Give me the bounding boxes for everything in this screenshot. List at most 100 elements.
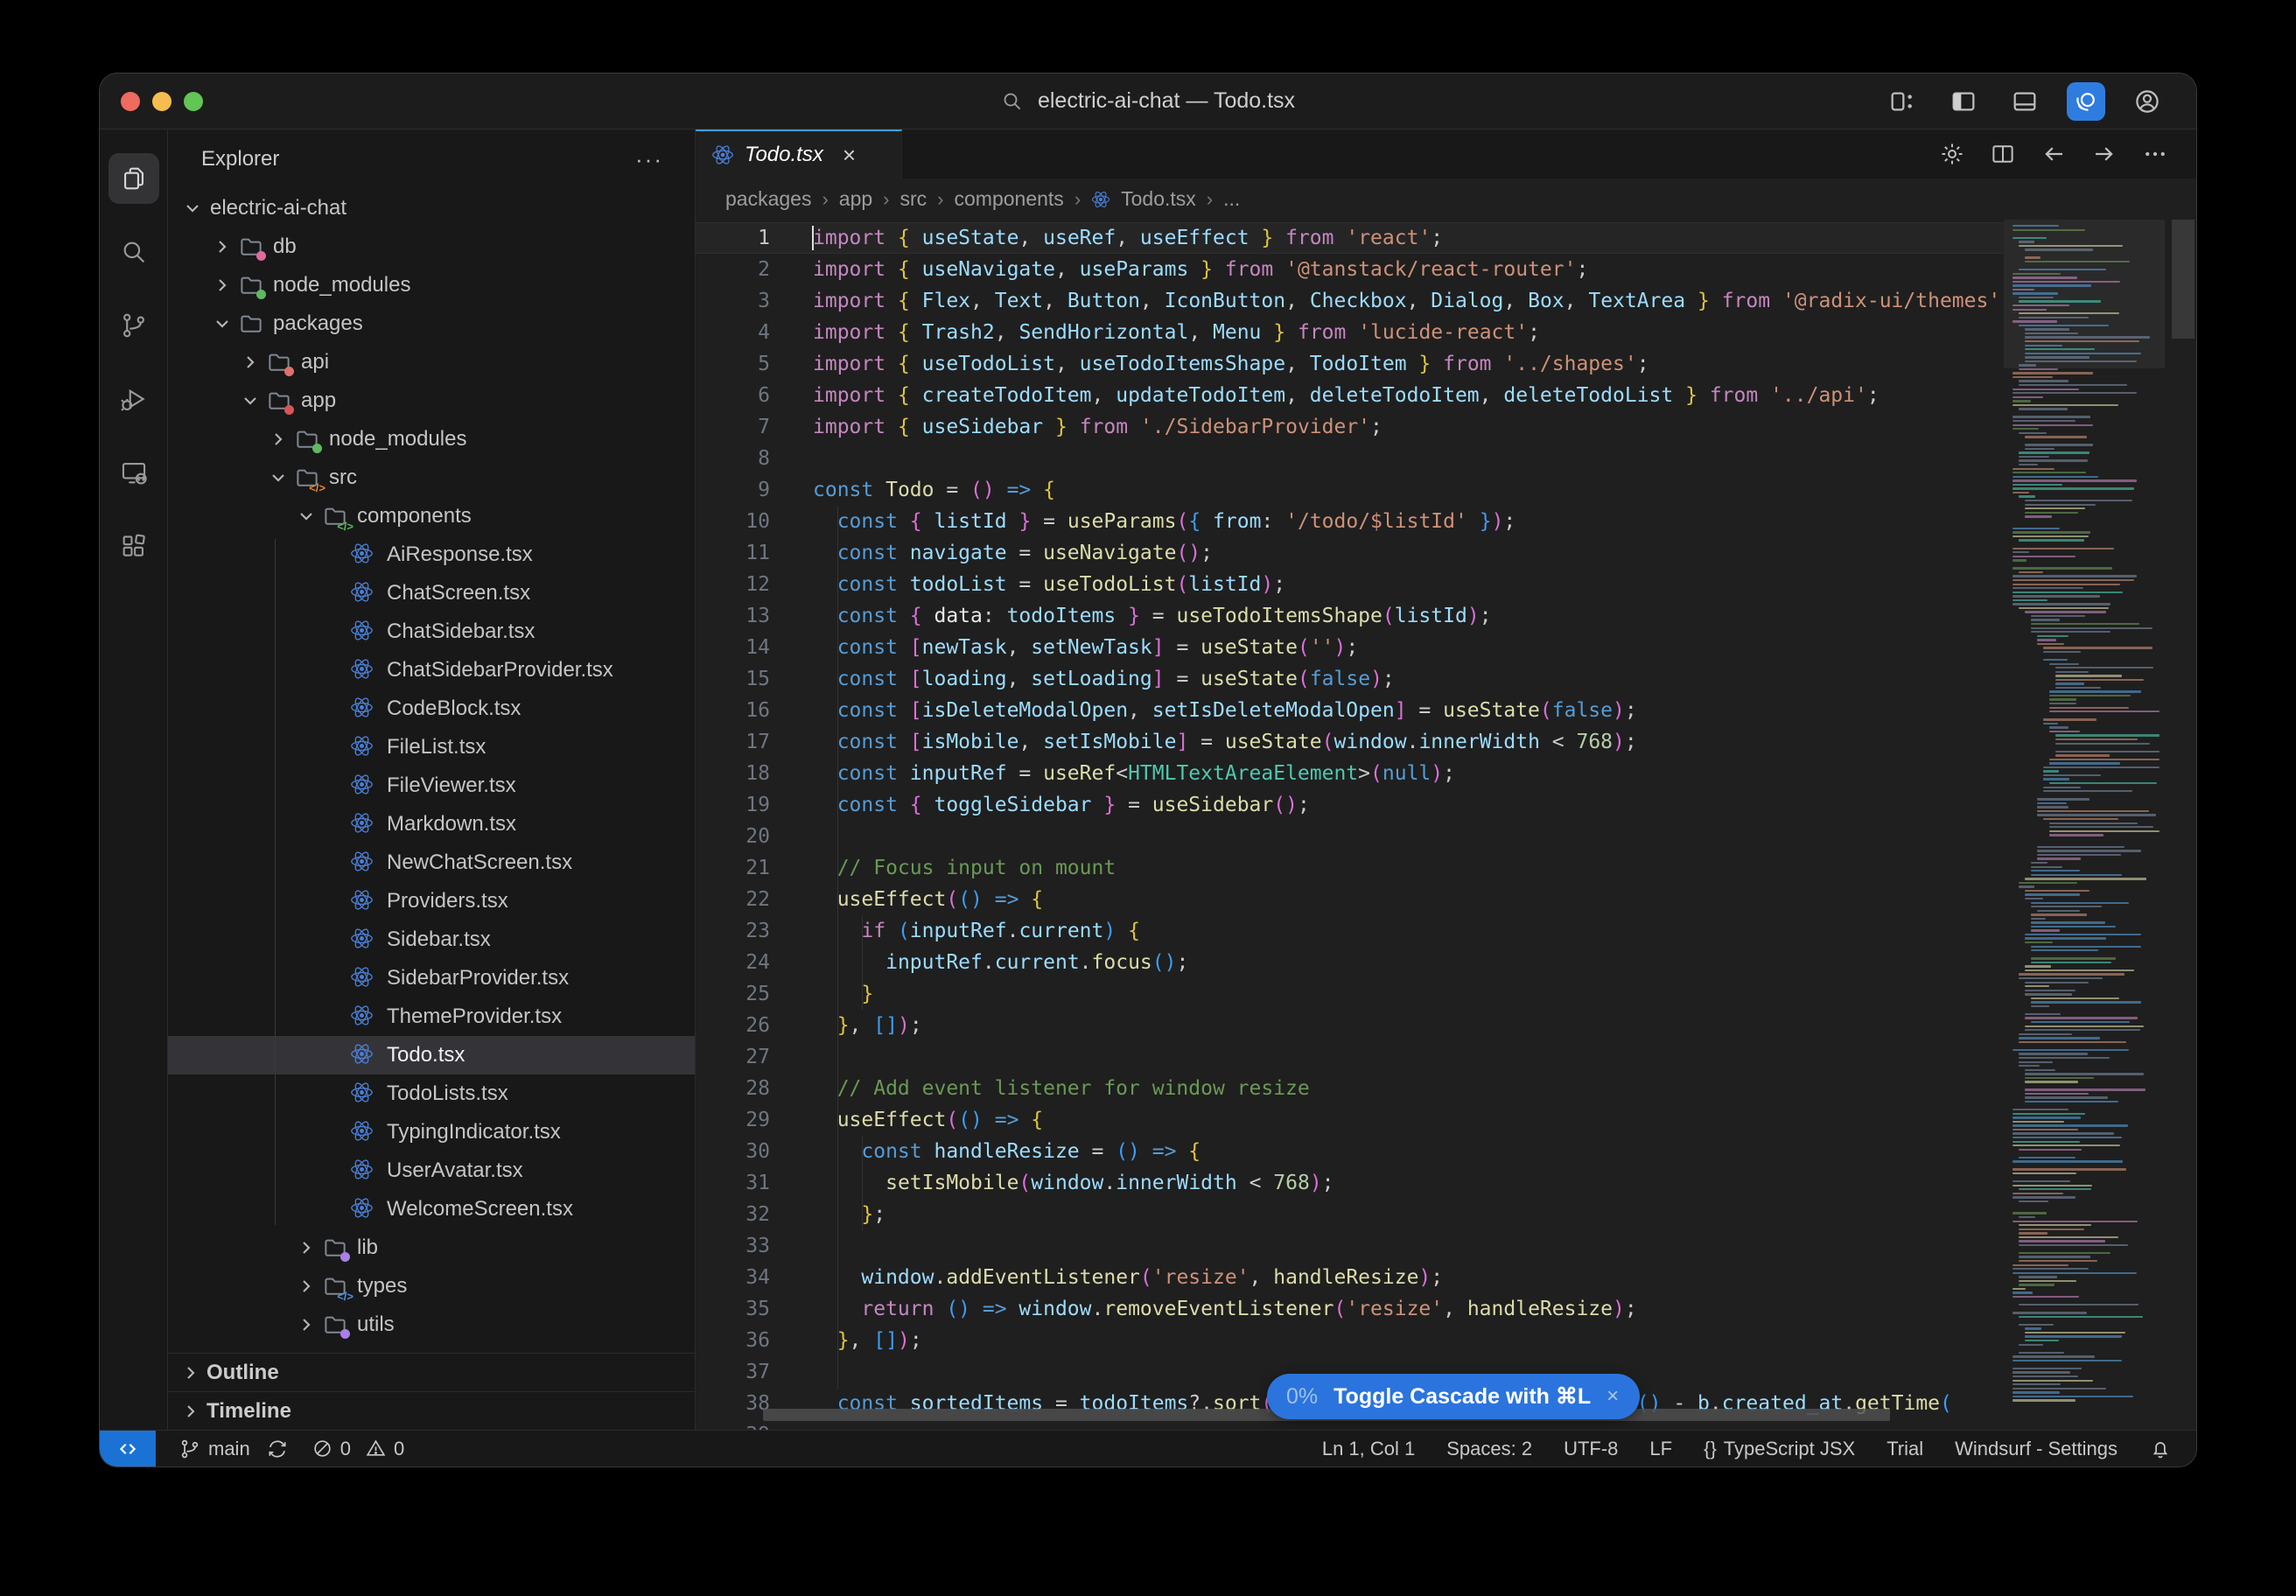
tree-item-welcomescreen-tsx[interactable]: WelcomeScreen.tsx xyxy=(168,1190,695,1228)
settings-gear-icon[interactable] xyxy=(1939,141,1965,167)
tree-item-node-modules[interactable]: node_modules xyxy=(168,266,695,304)
tree-item-markdown-tsx[interactable]: Markdown.tsx xyxy=(168,805,695,844)
code-line-32[interactable]: 32 }; xyxy=(696,1199,2196,1230)
breadcrumb-item[interactable]: src xyxy=(900,187,928,211)
cascade-toggle-popup[interactable]: 0% Toggle Cascade with ⌘L × xyxy=(1267,1374,1640,1419)
tree-item-todolists-tsx[interactable]: TodoLists.tsx xyxy=(168,1074,695,1113)
code-line-10[interactable]: 10 const { listId } = useParams({ from: … xyxy=(696,506,2196,537)
search-icon[interactable] xyxy=(108,227,159,277)
account-icon[interactable] xyxy=(2128,82,2166,121)
code-line-9[interactable]: 9const Todo = () => { xyxy=(696,474,2196,506)
timeline-section[interactable]: Timeline xyxy=(168,1391,695,1430)
code-line-30[interactable]: 30 const handleResize = () => { xyxy=(696,1136,2196,1167)
code-line-8[interactable]: 8 xyxy=(696,443,2196,474)
code-line-27[interactable]: 27 xyxy=(696,1041,2196,1073)
eol-status[interactable]: LF xyxy=(1649,1438,1672,1460)
remote-explorer-icon[interactable] xyxy=(108,447,159,498)
tree-item-api[interactable]: api xyxy=(168,343,695,382)
code-line-24[interactable]: 24 inputRef.current.focus(); xyxy=(696,947,2196,978)
tree-item-db[interactable]: db xyxy=(168,228,695,266)
code-line-7[interactable]: 7import { useSidebar } from './SidebarPr… xyxy=(696,411,2196,443)
remote-indicator[interactable] xyxy=(100,1431,156,1467)
code-line-20[interactable]: 20 xyxy=(696,821,2196,852)
source-control-icon[interactable] xyxy=(108,300,159,351)
outline-section[interactable]: Outline xyxy=(168,1353,695,1391)
code-line-5[interactable]: 5import { useTodoList, useTodoItemsShape… xyxy=(696,348,2196,380)
tree-item-airesponse-tsx[interactable]: AiResponse.tsx xyxy=(168,536,695,574)
tree-item-chatscreen-tsx[interactable]: ChatScreen.tsx xyxy=(168,574,695,612)
code-line-18[interactable]: 18 const inputRef = useRef<HTMLTextAreaE… xyxy=(696,758,2196,789)
tree-item-themeprovider-tsx[interactable]: ThemeProvider.tsx xyxy=(168,998,695,1036)
cascade-icon[interactable] xyxy=(2067,82,2105,121)
trial-status[interactable]: Trial xyxy=(1886,1438,1923,1460)
code-line-2[interactable]: 2import { useNavigate, useParams } from … xyxy=(696,254,2196,285)
code-line-15[interactable]: 15 const [loading, setLoading] = useStat… xyxy=(696,663,2196,695)
problems-status[interactable]: 0 0 xyxy=(312,1438,405,1460)
code-line-25[interactable]: 25 } xyxy=(696,978,2196,1010)
back-arrow-icon[interactable] xyxy=(2040,141,2067,167)
tree-item-types[interactable]: </>types xyxy=(168,1267,695,1306)
code-line-13[interactable]: 13 const { data: todoItems } = useTodoIt… xyxy=(696,600,2196,632)
code-line-33[interactable]: 33 xyxy=(696,1230,2196,1262)
tree-item-electric-ai-chat[interactable]: electric-ai-chat xyxy=(168,189,695,228)
cursor-position-status[interactable]: Ln 1, Col 1 xyxy=(1322,1438,1415,1460)
code-line-12[interactable]: 12 const todoList = useTodoList(listId); xyxy=(696,569,2196,600)
code-line-14[interactable]: 14 const [newTask, setNewTask] = useStat… xyxy=(696,632,2196,663)
more-actions-icon[interactable] xyxy=(2142,141,2168,167)
encoding-status[interactable]: UTF-8 xyxy=(1564,1438,1618,1460)
code-line-17[interactable]: 17 const [isMobile, setIsMobile] = useSt… xyxy=(696,726,2196,758)
code-editor[interactable]: 1import { useState, useRef, useEffect } … xyxy=(696,220,2196,1430)
tree-item-app[interactable]: app xyxy=(168,382,695,420)
run-debug-icon[interactable] xyxy=(108,374,159,424)
code-line-36[interactable]: 36 }, []); xyxy=(696,1325,2196,1356)
tree-item-src[interactable]: </>src xyxy=(168,458,695,497)
code-line-11[interactable]: 11 const navigate = useNavigate(); xyxy=(696,537,2196,569)
customize-layout-icon[interactable] xyxy=(1883,82,1922,121)
windsurf-settings-status[interactable]: Windsurf - Settings xyxy=(1955,1438,2118,1460)
code-line-21[interactable]: 21 // Focus input on mount xyxy=(696,852,2196,884)
window-title-search[interactable]: electric-ai-chat — Todo.tsx xyxy=(1001,88,1295,114)
tree-item-node-modules[interactable]: node_modules xyxy=(168,420,695,458)
code-line-31[interactable]: 31 setIsMobile(window.innerWidth < 768); xyxy=(696,1167,2196,1199)
close-window-button[interactable] xyxy=(121,92,140,111)
code-line-16[interactable]: 16 const [isDeleteModalOpen, setIsDelete… xyxy=(696,695,2196,726)
tree-item-sidebar-tsx[interactable]: Sidebar.tsx xyxy=(168,920,695,959)
zoom-window-button[interactable] xyxy=(184,92,203,111)
indentation-status[interactable]: Spaces: 2 xyxy=(1446,1438,1532,1460)
tree-item-filelist-tsx[interactable]: FileList.tsx xyxy=(168,728,695,766)
tree-item-typingindicator-tsx[interactable]: TypingIndicator.tsx xyxy=(168,1113,695,1152)
code-line-23[interactable]: 23 if (inputRef.current) { xyxy=(696,915,2196,947)
forward-arrow-icon[interactable] xyxy=(2091,141,2118,167)
tree-item-chatsidebarprovider-tsx[interactable]: ChatSidebarProvider.tsx xyxy=(168,651,695,690)
tree-item-providers-tsx[interactable]: Providers.tsx xyxy=(168,882,695,920)
tree-item-packages[interactable]: packages xyxy=(168,304,695,343)
code-line-35[interactable]: 35 return () => window.removeEventListen… xyxy=(696,1293,2196,1325)
tree-item-useravatar-tsx[interactable]: UserAvatar.tsx xyxy=(168,1152,695,1190)
minimize-window-button[interactable] xyxy=(152,92,172,111)
explorer-more-icon[interactable]: ··· xyxy=(635,146,663,173)
code-line-34[interactable]: 34 window.addEventListener('resize', han… xyxy=(696,1262,2196,1293)
tree-item-newchatscreen-tsx[interactable]: NewChatScreen.tsx xyxy=(168,844,695,882)
popup-close-icon[interactable]: × xyxy=(1606,1384,1619,1409)
tree-item-todo-tsx[interactable]: Todo.tsx xyxy=(168,1036,695,1074)
tree-item-components[interactable]: </>components xyxy=(168,497,695,536)
git-branch-status[interactable]: main xyxy=(178,1438,289,1460)
code-line-26[interactable]: 26 }, []); xyxy=(696,1010,2196,1041)
extensions-icon[interactable] xyxy=(108,521,159,571)
breadcrumb-item[interactable]: ... xyxy=(1223,187,1240,211)
code-line-28[interactable]: 28 // Add event listener for window resi… xyxy=(696,1073,2196,1104)
explorer-icon[interactable] xyxy=(108,153,159,204)
vertical-scrollbar[interactable] xyxy=(2172,220,2194,339)
toggle-panel-icon[interactable] xyxy=(2006,82,2044,121)
code-line-1[interactable]: 1import { useState, useRef, useEffect } … xyxy=(696,222,2196,254)
tree-item-codeblock-tsx[interactable]: CodeBlock.tsx xyxy=(168,690,695,728)
tree-item-fileviewer-tsx[interactable]: FileViewer.tsx xyxy=(168,766,695,805)
split-editor-icon[interactable] xyxy=(1990,141,2016,167)
tree-item-chatsidebar-tsx[interactable]: ChatSidebar.tsx xyxy=(168,612,695,651)
breadcrumb-item[interactable]: packages xyxy=(725,187,811,211)
tab-close-icon[interactable]: × xyxy=(843,142,856,169)
breadcrumb-item[interactable]: app xyxy=(839,187,872,211)
tree-item-lib[interactable]: lib xyxy=(168,1228,695,1267)
code-line-29[interactable]: 29 useEffect(() => { xyxy=(696,1104,2196,1136)
breadcrumb-item[interactable]: Todo.tsx xyxy=(1121,187,1196,211)
